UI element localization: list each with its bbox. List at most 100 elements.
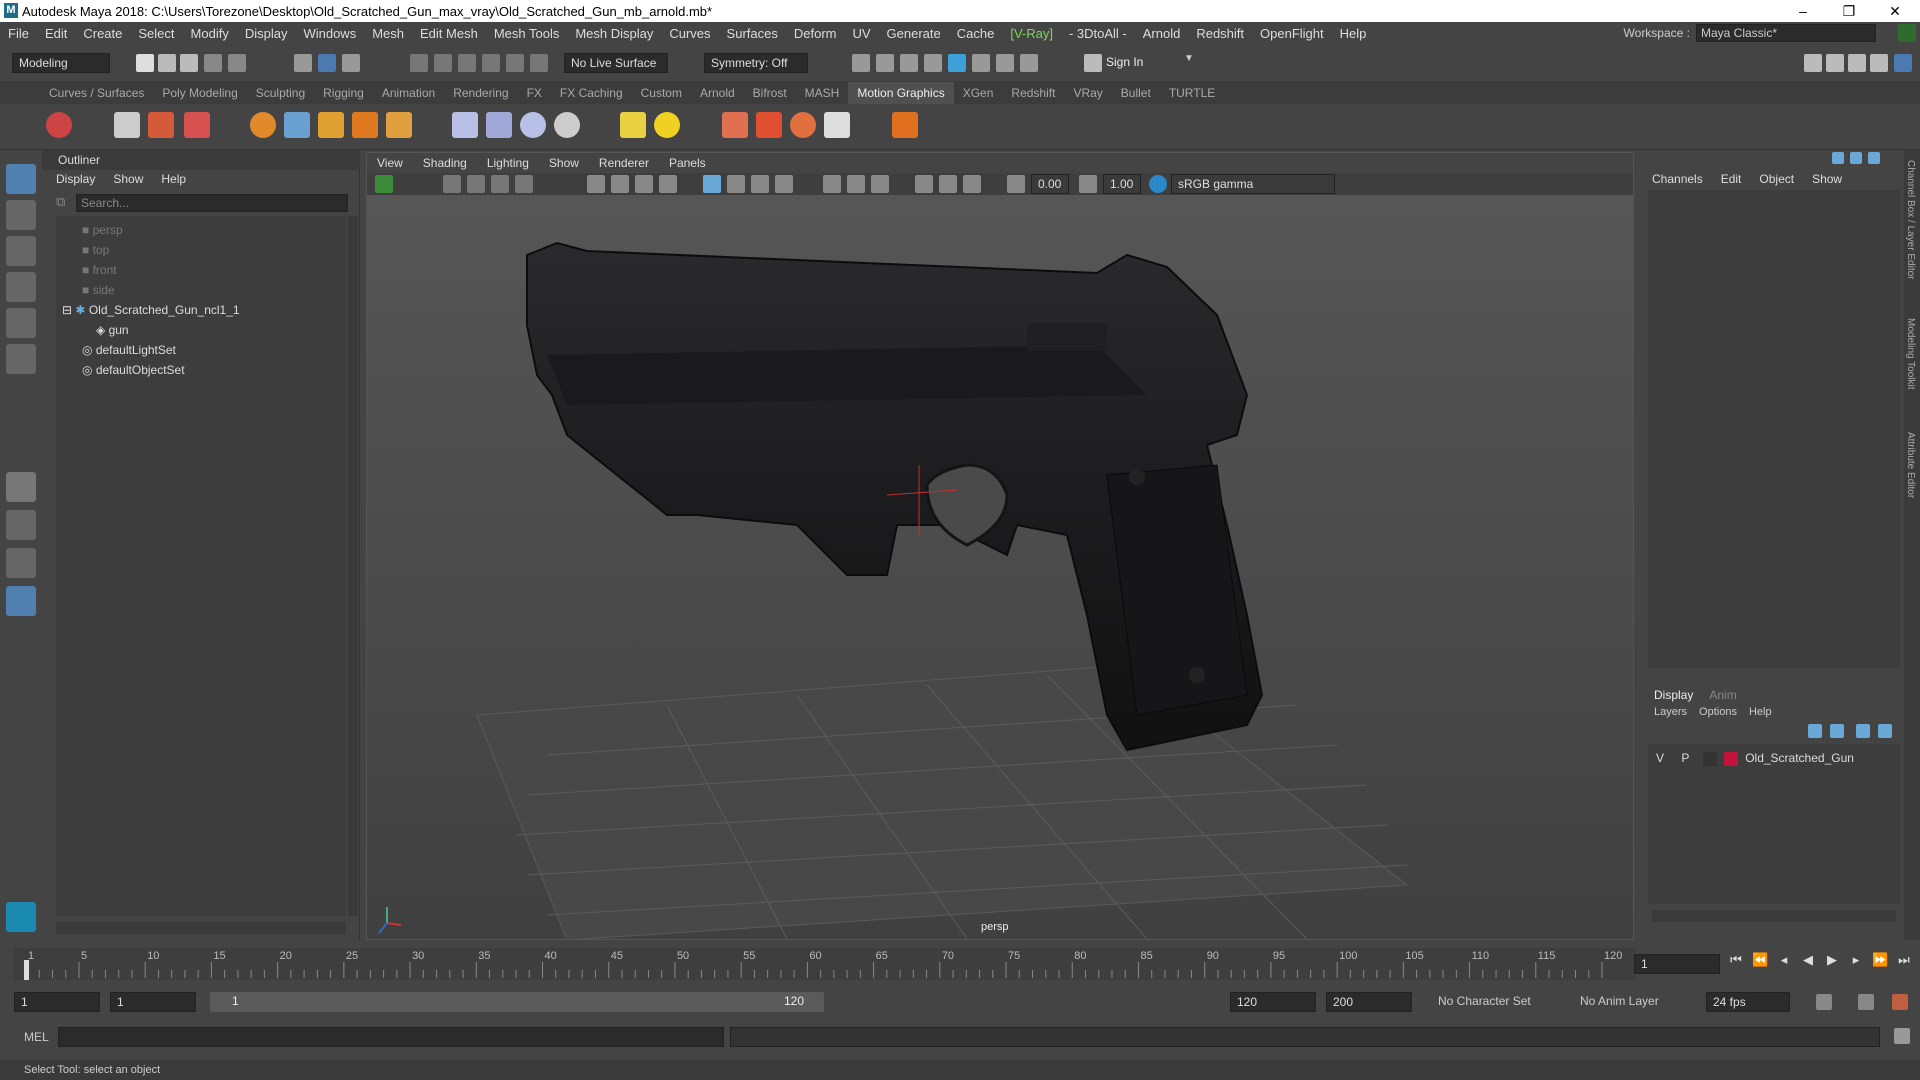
gate-mask-icon[interactable] [963,175,981,193]
motion-blur-icon[interactable] [823,175,841,193]
four-view-icon[interactable] [6,510,36,540]
attribute-editor-toggle-icon[interactable] [1826,54,1844,72]
render-frame-icon[interactable] [852,54,870,72]
menu-file[interactable]: File [0,26,37,41]
minimize-button[interactable]: – [1780,0,1826,22]
sign-in-button[interactable]: Sign In [1106,55,1143,69]
rotate-tool-icon[interactable] [6,308,36,338]
snap-view-icon[interactable] [506,54,524,72]
save-scene-icon[interactable] [180,54,198,72]
list-item[interactable]: ◎ defaultObjectSet [82,360,185,380]
deformer-icon[interactable] [452,112,478,138]
select-hierarchy-icon[interactable] [294,54,312,72]
shelf-tab-rendering[interactable]: Rendering [444,82,517,104]
scale-tool-icon[interactable] [6,344,36,374]
outliner-horizontal-scrollbar[interactable] [56,922,346,934]
preferences-icon[interactable] [1892,994,1908,1010]
shelf-tab-sculpting[interactable]: Sculpting [247,82,314,104]
outliner-menu-show[interactable]: Show [113,172,143,186]
shelf-tab-rigging[interactable]: Rigging [314,82,373,104]
channel-menu-edit[interactable]: Edit [1721,172,1742,186]
step-back-key-button[interactable]: ⏪ [1752,952,1768,968]
shelf-tab-xgen[interactable]: XGen [954,82,1003,104]
script-editor-icon[interactable] [1894,1028,1910,1044]
expand-icon[interactable]: ⊟ [62,303,72,317]
camera-attributes-icon[interactable] [375,175,393,193]
layer-row[interactable]: V P Old_Scratched_Gun [1656,748,1854,768]
menu-arnold[interactable]: Arnold [1135,26,1189,41]
locator-icon[interactable] [620,112,646,138]
viewport-canvas[interactable]: persp [367,195,1633,939]
new-layer-icon[interactable] [1856,724,1870,738]
shelf-tab-arnold[interactable]: Arnold [691,82,744,104]
smooth-shade-icon[interactable] [611,175,629,193]
play-forwards-button[interactable]: ▶ [1824,952,1840,968]
move-tool-icon[interactable] [6,272,36,302]
shelf-tab-fx-caching[interactable]: FX Caching [551,82,632,104]
range-bar[interactable]: 1 120 [210,992,824,1012]
channel-box-area[interactable] [1648,190,1900,668]
shelf-tab-vray[interactable]: VRay [1064,82,1111,104]
shelf-tab-motion-graphics[interactable]: Motion Graphics [848,82,954,104]
menu-modify[interactable]: Modify [183,26,237,41]
ipr-render-icon[interactable] [900,54,918,72]
outliner-menu-display[interactable]: Display [56,172,95,186]
menu-curves[interactable]: Curves [661,26,718,41]
menu-mesh-tools[interactable]: Mesh Tools [486,26,568,41]
list-item[interactable]: ◎ defaultLightSet [82,340,176,360]
menu-surfaces[interactable]: Surfaces [719,26,786,41]
shelf-tab-redshift[interactable]: Redshift [1002,82,1064,104]
command-language-toggle[interactable]: MEL [24,1030,49,1044]
render-sequence-icon[interactable] [876,54,894,72]
snap-grid-icon[interactable] [410,54,428,72]
ambient-occlusion-icon[interactable] [775,175,793,193]
menu-create[interactable]: Create [75,26,130,41]
menu-openflight[interactable]: OpenFlight [1252,26,1332,41]
fps-dropdown[interactable]: 24 fps [1706,992,1790,1012]
depth-of-field-icon[interactable] [871,175,889,193]
outliner-vertical-scrollbar[interactable] [348,216,358,916]
redo-icon[interactable] [228,54,246,72]
menu-mesh-display[interactable]: Mesh Display [567,26,661,41]
svg-icon[interactable] [352,112,378,138]
gamma-icon[interactable] [1079,175,1097,193]
pause-icon[interactable] [1020,54,1038,72]
sphere-icon[interactable] [250,112,276,138]
viewport-menu-view[interactable]: View [377,153,403,173]
hypershade-icon[interactable] [948,54,966,72]
text-icon[interactable] [318,112,344,138]
layer-menu-options[interactable]: Options [1699,706,1737,718]
select-component-icon[interactable] [342,54,360,72]
close-button[interactable]: ✕ [1872,0,1918,22]
list-item[interactable]: ◈ gun [96,320,129,340]
loop-icon[interactable] [1816,994,1832,1010]
side-tab-attribute-editor[interactable]: Attribute Editor [1905,432,1916,498]
step-forward-frame-button[interactable]: ▸ [1848,952,1864,968]
play-backwards-button[interactable]: ◀ [1800,952,1816,968]
move-layer-up-icon[interactable] [1808,724,1822,738]
menu-set-dropdown[interactable]: Modeling [12,53,110,73]
viewport-menu-shading[interactable]: Shading [423,153,467,173]
playback-start-field[interactable]: 1 [110,992,196,1012]
render-view-icon[interactable] [972,54,990,72]
exposure-icon[interactable] [1007,175,1025,193]
chevron-down-icon[interactable]: ▼ [1184,53,1194,64]
menu-mesh[interactable]: Mesh [364,26,412,41]
command-input[interactable] [58,1027,724,1047]
camera-icon[interactable] [443,175,461,193]
color-space-dropdown[interactable]: sRGB gamma [1171,174,1335,194]
character-set-dropdown[interactable]: No Character Set [1438,994,1531,1008]
menu-edit-mesh[interactable]: Edit Mesh [412,26,486,41]
explode-icon[interactable] [824,112,850,138]
menu-uv[interactable]: UV [844,26,878,41]
image-plane-icon[interactable] [491,175,509,193]
menu-windows[interactable]: Windows [295,26,364,41]
lasso-tool-icon[interactable] [6,200,36,230]
shelf-tab-animation[interactable]: Animation [373,82,444,104]
wireframe-icon[interactable] [587,175,605,193]
start-time-field[interactable]: 1 [14,992,100,1012]
shelf-tab-turtle[interactable]: TURTLE [1160,82,1224,104]
move-layer-down-icon[interactable] [1830,724,1844,738]
side-tab-channel-box[interactable]: Channel Box / Layer Editor [1905,160,1916,280]
layer-menu-help[interactable]: Help [1749,706,1772,718]
